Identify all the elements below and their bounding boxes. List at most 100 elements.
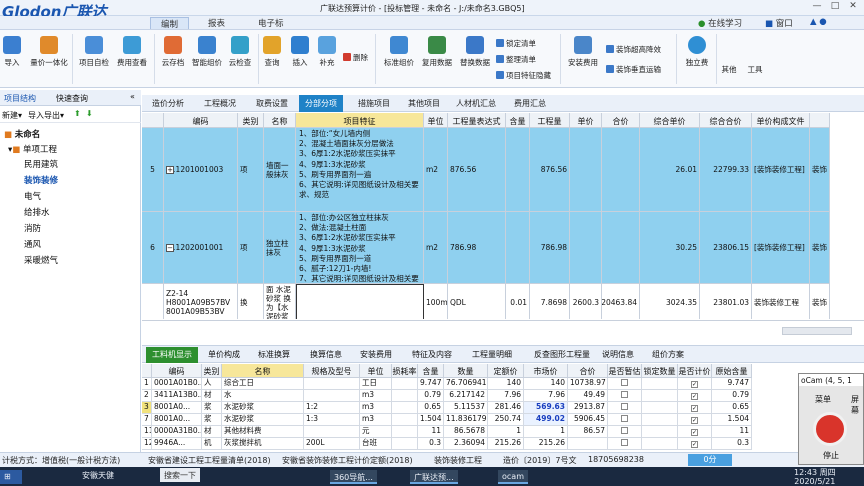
move-up-icon[interactable]: ⬆: [74, 109, 81, 118]
row-total[interactable]: 20463.84: [602, 284, 640, 319]
taskbar-glodon[interactable]: 广联达预...: [410, 470, 458, 484]
row-unit[interactable]: 工日: [360, 378, 392, 390]
row-total[interactable]: 2913.87: [568, 402, 608, 414]
material-header-2[interactable]: 名称: [222, 364, 304, 378]
reuse-data-button[interactable]: 复用数据: [418, 36, 456, 68]
row-spec[interactable]: [304, 378, 360, 390]
tab-measures[interactable]: 措施项目: [358, 98, 390, 109]
priced-checkbox[interactable]: ✓: [691, 393, 698, 400]
row-unit_total[interactable]: 30.25: [640, 212, 700, 284]
row-name[interactable]: 墙面一般抹灰: [264, 128, 296, 212]
maximize-icon[interactable]: □: [826, 1, 844, 14]
row-code[interactable]: 9946A...: [152, 438, 202, 450]
row-name[interactable]: 水: [222, 390, 304, 402]
grid-header-2[interactable]: 名称: [264, 113, 296, 128]
row-type[interactable]: 项: [238, 128, 264, 212]
row-type[interactable]: 浆: [202, 402, 222, 414]
priced-checkbox[interactable]: ✓: [691, 405, 698, 412]
independent-fee-button[interactable]: 独立费: [680, 36, 714, 68]
close-icon[interactable]: ✕: [844, 1, 862, 14]
supplement-button[interactable]: 补充: [310, 36, 344, 68]
row-name[interactable]: 水泥砂浆: [222, 402, 304, 414]
row-price[interactable]: [570, 212, 602, 284]
row-orig[interactable]: 0.3: [712, 438, 752, 450]
row-extra[interactable]: 装饰: [810, 128, 830, 212]
bottom-tab-4[interactable]: 安装费用: [360, 349, 392, 360]
row-spec[interactable]: [304, 390, 360, 402]
row-market[interactable]: 215.26: [524, 438, 568, 450]
fee-view-button[interactable]: 费用查看: [115, 36, 149, 68]
grid-header-12[interactable]: 单价构成文件: [752, 113, 810, 128]
row-market[interactable]: 1: [524, 426, 568, 438]
row-name[interactable]: 柱、梁面 水泥砂浆 换为【水泥砂浆 1:2】: [264, 284, 296, 319]
row-loss[interactable]: [392, 438, 418, 450]
row-file[interactable]: [装饰装修工程]: [752, 212, 810, 284]
taskbar-search[interactable]: 搜索一下: [160, 468, 200, 482]
menu-tab-edit[interactable]: 编制: [150, 17, 190, 30]
tab-sub-items[interactable]: 分部分项: [299, 95, 343, 112]
row-market[interactable]: 499.02: [524, 414, 568, 426]
row-content[interactable]: 1.504: [418, 414, 444, 426]
window-menu-button[interactable]: ■ 窗口: [765, 17, 793, 29]
row-est[interactable]: [608, 438, 642, 450]
menu-tab-ebid[interactable]: 电子标: [258, 17, 284, 29]
bottom-tab-5[interactable]: 特征及内容: [412, 349, 452, 360]
row-market[interactable]: 140: [524, 378, 568, 390]
row-loss[interactable]: [392, 414, 418, 426]
tab-fee-settings[interactable]: 取费设置: [256, 98, 288, 109]
row-count[interactable]: 76.706941: [444, 378, 488, 390]
row-priced[interactable]: ✓: [678, 378, 712, 390]
row-unit[interactable]: m2: [424, 212, 448, 284]
row-code[interactable]: 8001A0...: [152, 402, 202, 414]
row-unit[interactable]: m3: [360, 414, 392, 426]
row-name[interactable]: 其他材料费: [222, 426, 304, 438]
bottom-tab-7[interactable]: 反查图形工程量: [534, 349, 590, 360]
table-row[interactable]: 1 0001A01B0... 人综合工日 工日 9.747 76.706941 140 140…: [142, 378, 864, 390]
grid-header-4[interactable]: 单位: [424, 113, 448, 128]
row-orig[interactable]: 0.79: [712, 390, 752, 402]
row-type[interactable]: 项: [238, 212, 264, 284]
row-market[interactable]: 7.96: [524, 390, 568, 402]
tab-fee-summary[interactable]: 费用汇总: [514, 98, 546, 109]
row-qty[interactable]: 7.8698: [530, 284, 570, 319]
row-content[interactable]: 0.79: [418, 390, 444, 402]
grid-header-9[interactable]: 合价: [602, 113, 640, 128]
row-expr[interactable]: QDL: [448, 284, 506, 319]
row-name[interactable]: 水泥砂浆: [222, 414, 304, 426]
row-spec[interactable]: 1:3: [304, 414, 360, 426]
tab-quick-search[interactable]: 快速查询: [56, 93, 88, 104]
material-header-12[interactable]: 锁定数量: [642, 364, 678, 378]
bottom-tab-3[interactable]: 换算信息: [310, 349, 342, 360]
material-header-10[interactable]: 合价: [568, 364, 608, 378]
row-content[interactable]: 0.01: [506, 284, 530, 319]
row-priced[interactable]: ✓: [678, 426, 712, 438]
row-loss[interactable]: [392, 378, 418, 390]
tree-item-civil[interactable]: 民用建筑: [24, 158, 58, 172]
priced-checkbox[interactable]: ✓: [691, 417, 698, 424]
row-feature[interactable]: 1、部位:办公区独立柱抹灰 2、做法:混凝土柱面 3、6厚1:2水泥砂浆压实抹平…: [296, 212, 424, 284]
move-down-icon[interactable]: ⬇: [86, 109, 93, 118]
row-code[interactable]: 0000A31B0...: [152, 426, 202, 438]
row-fixed[interactable]: 215.26: [488, 438, 524, 450]
row-est[interactable]: [608, 414, 642, 426]
row-lock[interactable]: [642, 390, 678, 402]
row-extra[interactable]: 装饰: [810, 284, 830, 319]
tree-item-decoration[interactable]: 装饰装修: [24, 174, 140, 188]
ocam-stop-icon[interactable]: [813, 412, 847, 446]
table-row[interactable]: 5 011201001003 项墙面一般抹灰 1、部位:“女儿墙内侧 2、混凝土墙面抹…: [142, 128, 864, 212]
row-loss[interactable]: [392, 426, 418, 438]
priced-checkbox[interactable]: ✓: [691, 441, 698, 448]
row-orig[interactable]: 9.747: [712, 378, 752, 390]
row-file[interactable]: [装饰装修工程]: [752, 128, 810, 212]
row-type[interactable]: 换: [238, 284, 264, 319]
row-unit_total[interactable]: 26.01: [640, 128, 700, 212]
bottom-tab-1[interactable]: 单价构成: [208, 349, 240, 360]
row-qty[interactable]: 876.56: [530, 128, 570, 212]
row-lock[interactable]: [642, 402, 678, 414]
row-loss[interactable]: [392, 402, 418, 414]
ocam-menu[interactable]: 菜单: [815, 394, 831, 405]
tree-item-fire[interactable]: 消防: [24, 222, 41, 236]
material-header-8[interactable]: 定额价: [488, 364, 524, 378]
install-fee-button[interactable]: 安装费用: [564, 36, 602, 68]
row-spec[interactable]: 1:2: [304, 402, 360, 414]
